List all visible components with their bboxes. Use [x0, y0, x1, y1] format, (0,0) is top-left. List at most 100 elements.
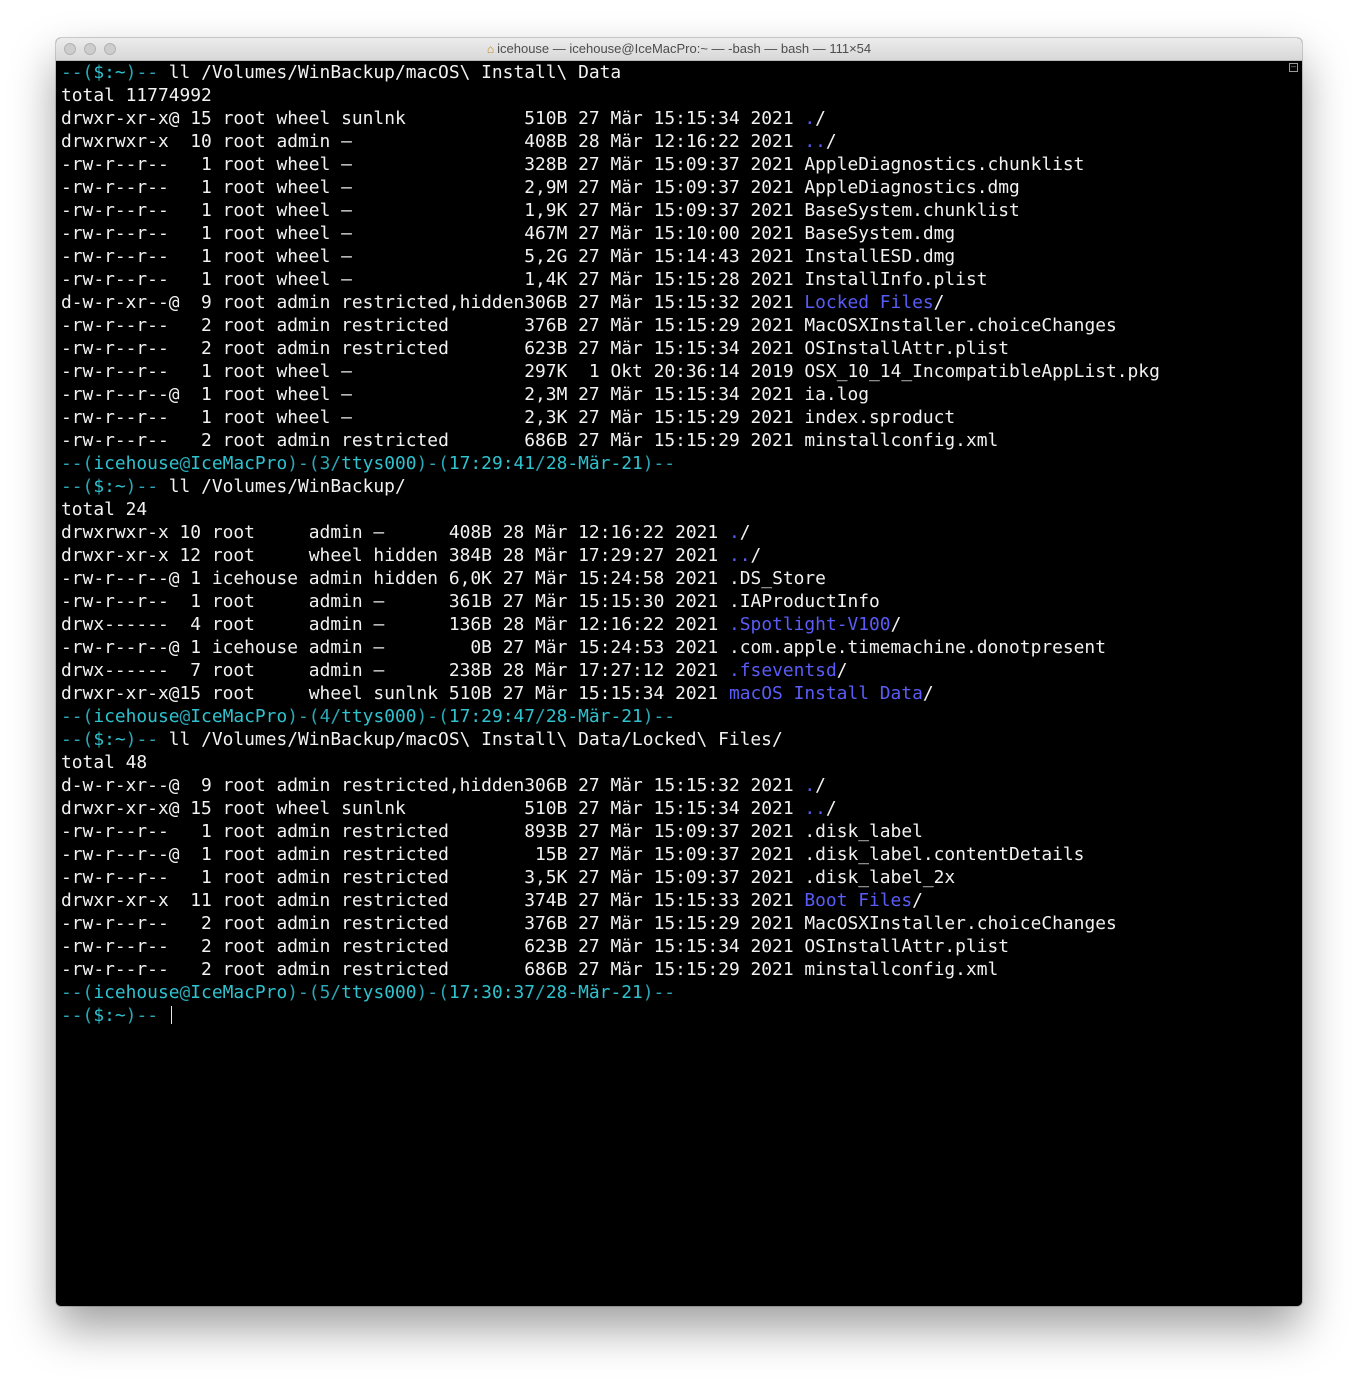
- col-group-value: wheel: [276, 108, 331, 129]
- col-time: 15:15:29: [654, 913, 751, 934]
- col-mon-value: Mär: [535, 522, 568, 543]
- col-time-value: 15:15:29: [653, 407, 740, 428]
- col-perm: -rw-r--r--: [61, 913, 190, 934]
- status-slash: /: [330, 453, 342, 474]
- col-size-value: 893B: [524, 821, 568, 842]
- col-mon: Mär: [610, 292, 653, 313]
- col-time: 15:09:37: [654, 867, 751, 888]
- prompt-paren: ): [125, 476, 137, 497]
- col-perm-value: drwxr-xr-x@: [61, 683, 180, 704]
- col-year-value: 2021: [750, 131, 794, 152]
- status-dash: --(: [61, 982, 94, 1003]
- col-mon: Mär: [535, 637, 578, 658]
- directory-name: .: [804, 108, 816, 129]
- col-time: 15:15:34: [654, 798, 751, 819]
- col-flags-value: –: [341, 407, 352, 428]
- col-size: 306B: [524, 775, 578, 796]
- scrollbar[interactable]: –: [1286, 61, 1302, 1306]
- col-year-value: 2021: [675, 545, 719, 566]
- col-group: admin: [276, 430, 341, 451]
- status-dash: )-(: [416, 453, 449, 474]
- col-links-value: 1: [201, 246, 212, 267]
- command-text: ll /Volumes/WinBackup/macOS\ Install\ Da…: [168, 729, 783, 750]
- col-year: 2021: [751, 246, 805, 267]
- col-day: 27: [578, 913, 610, 934]
- col-year: 2021: [751, 936, 805, 957]
- col-year: 2021: [675, 637, 729, 658]
- col-owner-value: root: [222, 223, 266, 244]
- listing-row: drwx------ 7 root admin – 238B 28 Mär 17…: [61, 659, 1286, 682]
- col-owner-value: root: [222, 131, 266, 152]
- col-day: 27: [578, 223, 610, 244]
- col-time: 15:15:28: [654, 269, 751, 290]
- col-owner-value: root: [222, 384, 266, 405]
- col-perm-value: -rw-r--r--: [61, 867, 169, 888]
- command-line: --($:~)-- ll /Volumes/WinBackup/macOS\ I…: [61, 728, 1286, 751]
- col-mon-value: Mär: [610, 844, 643, 865]
- col-owner-value: root: [211, 614, 255, 635]
- terminal-output[interactable]: --($:~)-- ll /Volumes/WinBackup/macOS\ I…: [56, 61, 1286, 1306]
- col-time-value: 12:16:22: [653, 131, 740, 152]
- col-owner: root: [212, 614, 309, 635]
- col-time: 20:36:14: [654, 361, 751, 382]
- col-group-value: admin: [276, 936, 331, 957]
- col-flags-value: –: [341, 246, 352, 267]
- col-links: 1: [190, 246, 222, 267]
- total-line: total 24: [61, 498, 1286, 521]
- col-flags-value: restricted: [341, 913, 449, 934]
- directory-name: .Spotlight-V100: [729, 614, 891, 635]
- listing-row: drwxr-xr-x 11 root admin restricted 374B…: [61, 889, 1286, 912]
- col-flags-value: –: [373, 637, 385, 658]
- col-size: 408B: [524, 131, 578, 152]
- col-day-value: 27: [578, 338, 600, 359]
- col-day-value: 27: [578, 798, 600, 819]
- file-name: minstallconfig.xml: [804, 959, 999, 980]
- col-group-value: wheel: [276, 154, 331, 175]
- col-flags: restricted: [341, 867, 524, 888]
- command-line: --($:~)-- ll /Volumes/WinBackup/: [61, 475, 1286, 498]
- directory-name: .: [728, 522, 740, 543]
- col-day-value: 27: [578, 177, 600, 198]
- col-time: 15:15:29: [654, 430, 751, 451]
- col-perm-value: drwxrwxr-x: [61, 131, 169, 152]
- col-time-value: 12:16:22: [578, 522, 665, 543]
- col-mon-value: Mär: [535, 683, 568, 704]
- col-perm-value: drwxrwxr-x: [61, 522, 169, 543]
- col-links-value: 1: [201, 269, 212, 290]
- col-year-value: 2021: [675, 568, 719, 589]
- col-perm: -rw-r--r--: [61, 407, 190, 428]
- split-pane-icon[interactable]: –: [1289, 63, 1298, 72]
- col-perm: -rw-r--r--: [61, 246, 190, 267]
- col-owner-value: root: [222, 315, 266, 336]
- col-time: 15:15:30: [578, 591, 675, 612]
- col-size-value: 467M: [524, 223, 568, 244]
- col-year-value: 2021: [750, 913, 794, 934]
- col-owner-value: root: [222, 407, 266, 428]
- total-text: total 24: [61, 499, 148, 520]
- col-owner-value: root: [222, 200, 266, 221]
- col-year: 2021: [675, 614, 729, 635]
- col-perm: -rw-r--r--@: [61, 384, 190, 405]
- col-size: 3,5K: [524, 867, 578, 888]
- col-perm-value: drwxr-xr-x: [61, 545, 169, 566]
- col-owner: root: [223, 292, 277, 313]
- col-owner-value: root: [222, 361, 266, 382]
- col-perm-value: -rw-r--r--: [61, 407, 169, 428]
- col-group-value: admin: [276, 890, 331, 911]
- col-mon: Mär: [535, 591, 578, 612]
- col-flags-value: –: [341, 269, 352, 290]
- prompt-dash: --: [61, 1005, 83, 1026]
- directory-slash: /: [922, 683, 934, 704]
- col-mon: Mär: [610, 177, 653, 198]
- col-size-value: 3,5K: [524, 867, 568, 888]
- status-user: icehouse: [93, 706, 180, 727]
- col-perm: -rw-r--r--: [61, 200, 190, 221]
- text-cursor[interactable]: [170, 1006, 172, 1024]
- col-flags-value: sunlnk: [341, 798, 406, 819]
- title-bar[interactable]: ⌂ icehouse — icehouse@IceMacPro:~ — -bash…: [56, 38, 1302, 61]
- col-size: 238B: [449, 660, 503, 681]
- col-year: 2021: [675, 683, 729, 704]
- col-flags: sunlnk: [341, 108, 524, 129]
- status-tty: ttys000: [341, 706, 417, 727]
- col-time: 15:09:37: [654, 154, 751, 175]
